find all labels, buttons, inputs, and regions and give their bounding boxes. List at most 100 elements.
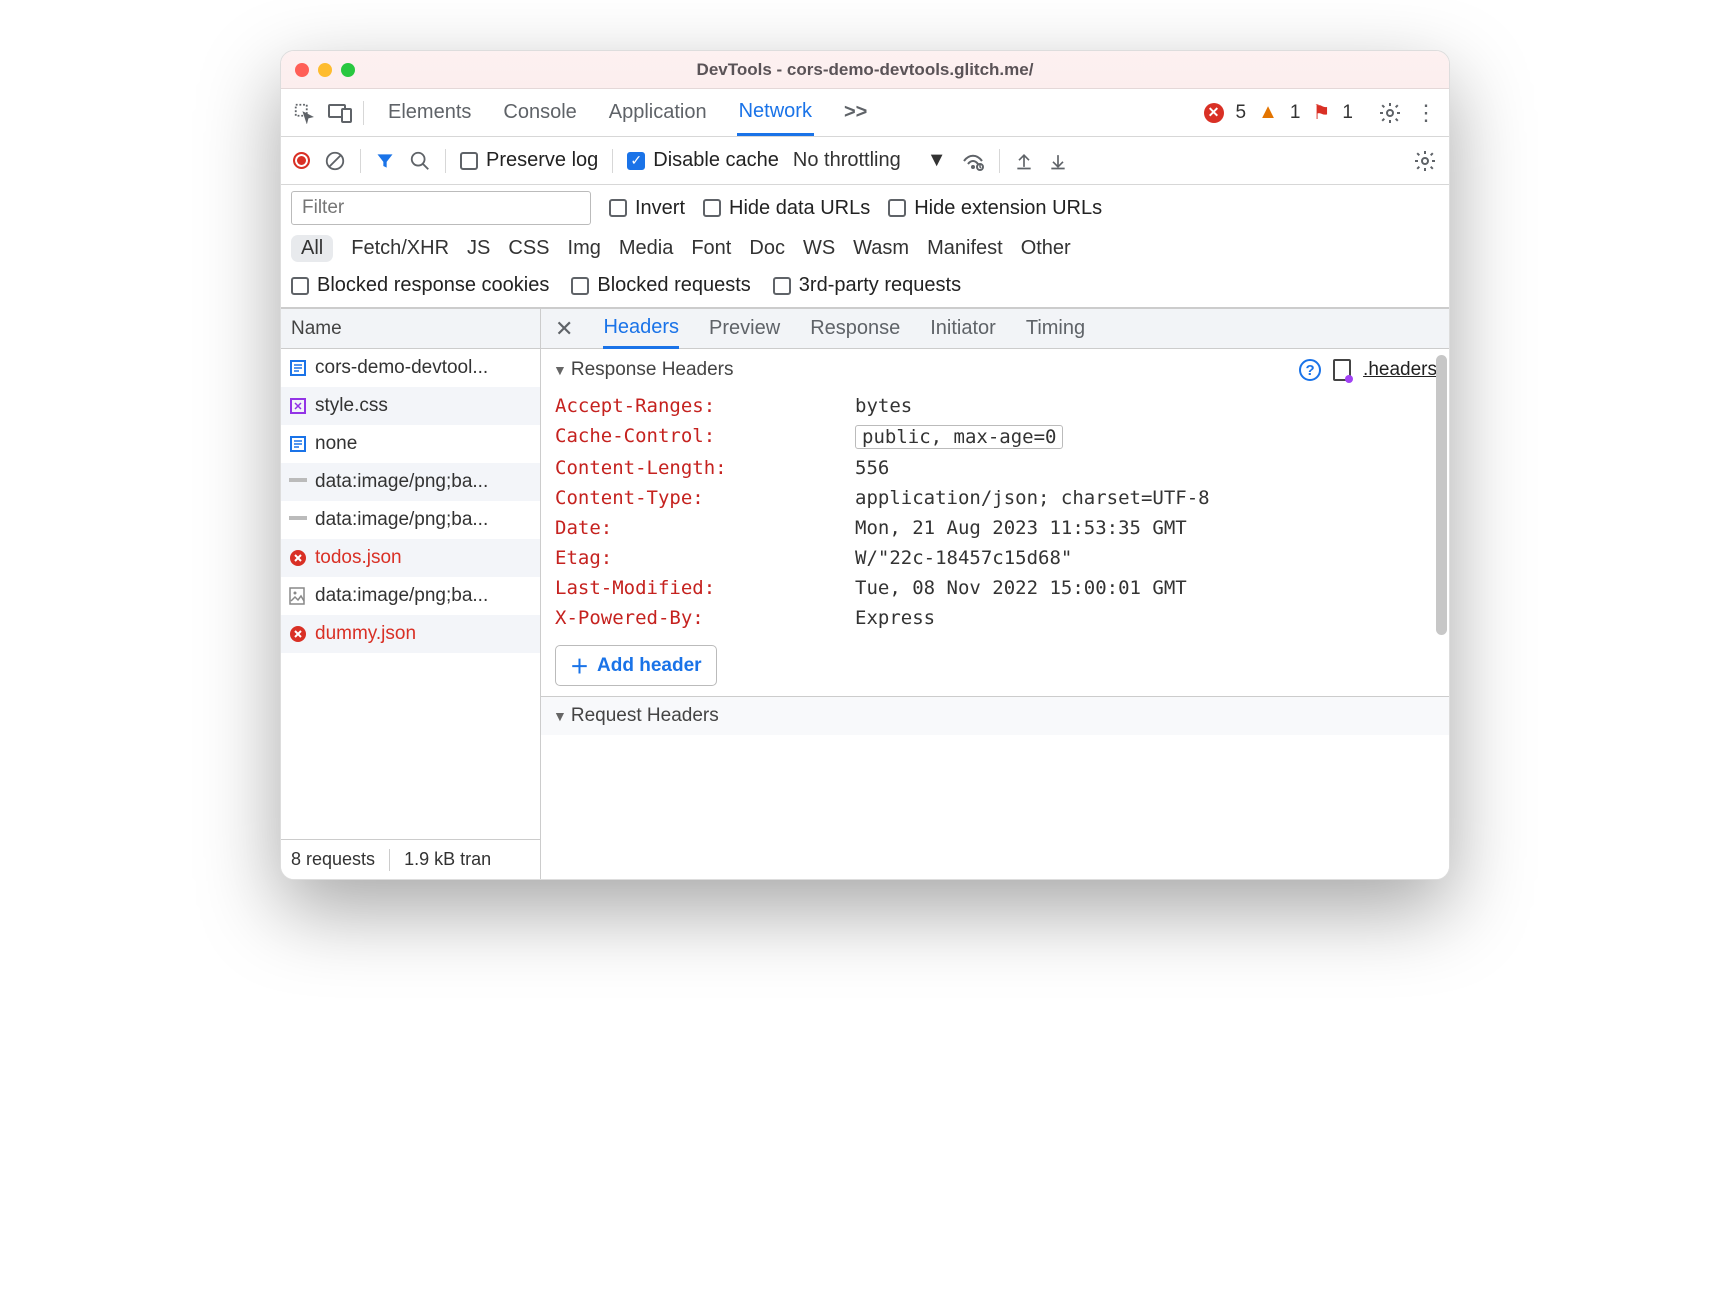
- header-value: application/json; charset=UTF-8: [855, 487, 1210, 509]
- throttling-select[interactable]: No throttling ▼: [793, 149, 947, 172]
- type-manifest[interactable]: Manifest: [927, 237, 1003, 260]
- request-name: none: [315, 433, 357, 455]
- header-value: W/"22c-18457c15d68": [855, 547, 1072, 569]
- type-other[interactable]: Other: [1021, 237, 1071, 260]
- request-row[interactable]: style.css: [281, 387, 540, 425]
- device-toolbar-icon[interactable]: [327, 100, 353, 126]
- response-headers-section[interactable]: ▼ Response Headers ? .headers: [541, 349, 1449, 391]
- request-row[interactable]: data:image/png;ba...: [281, 577, 540, 615]
- checkbox-icon: [703, 199, 721, 217]
- type-ws[interactable]: WS: [803, 237, 835, 260]
- header-name: Etag:: [555, 547, 855, 569]
- checkbox-icon: [460, 152, 478, 170]
- tab-network[interactable]: Network: [737, 90, 814, 136]
- tab-elements[interactable]: Elements: [386, 91, 473, 134]
- search-icon[interactable]: [409, 150, 431, 172]
- close-icon[interactable]: ✕: [555, 316, 573, 342]
- network-conditions-icon[interactable]: [961, 151, 985, 171]
- separator: [445, 149, 446, 173]
- tab-console[interactable]: Console: [501, 91, 578, 134]
- checkbox-icon: [571, 277, 589, 295]
- header-value[interactable]: public, max-age=0: [855, 425, 1063, 449]
- download-har-icon[interactable]: [1048, 150, 1068, 172]
- file-override-icon[interactable]: [1333, 359, 1351, 381]
- type-all[interactable]: All: [291, 235, 333, 262]
- header-value: 556: [855, 457, 889, 479]
- request-list-pane: Name cors-demo-devtool...style.css none da…: [281, 309, 541, 879]
- invert-checkbox[interactable]: Invert: [609, 197, 685, 220]
- hide-ext-urls-checkbox[interactable]: Hide extension URLs: [888, 197, 1102, 220]
- column-header-name[interactable]: Name: [281, 309, 540, 349]
- status-badges[interactable]: ✕ 5 ▲ 1 ⚑ 1: [1204, 100, 1353, 125]
- header-row[interactable]: Cache-Control:public, max-age=0: [555, 421, 1435, 453]
- request-row[interactable]: dummy.json: [281, 615, 540, 653]
- type-doc[interactable]: Doc: [749, 237, 785, 260]
- type-css[interactable]: CSS: [508, 237, 549, 260]
- header-name: Cache-Control:: [555, 425, 855, 447]
- request-name: dummy.json: [315, 623, 416, 645]
- detail-subtabs: ✕ Headers Preview Response Initiator Tim…: [541, 309, 1449, 349]
- clear-button[interactable]: [324, 150, 346, 172]
- subtab-preview[interactable]: Preview: [709, 310, 780, 347]
- header-row[interactable]: Accept-Ranges:bytes: [555, 391, 1435, 421]
- header-row[interactable]: X-Powered-By:Express: [555, 603, 1435, 633]
- type-media[interactable]: Media: [619, 237, 673, 260]
- header-value: Mon, 21 Aug 2023 11:53:35 GMT: [855, 517, 1187, 539]
- request-name: data:image/png;ba...: [315, 471, 488, 493]
- settings-icon[interactable]: [1377, 100, 1403, 126]
- inspect-element-icon[interactable]: [291, 100, 317, 126]
- subtab-headers[interactable]: Headers: [603, 309, 679, 349]
- disable-cache-checkbox[interactable]: ✓ Disable cache: [627, 149, 779, 172]
- header-row[interactable]: Date:Mon, 21 Aug 2023 11:53:35 GMT: [555, 513, 1435, 543]
- type-font[interactable]: Font: [691, 237, 731, 260]
- subtab-initiator[interactable]: Initiator: [930, 310, 996, 347]
- filter-row: Invert Hide data URLs Hide extension URL…: [281, 185, 1449, 231]
- title-bar: DevTools - cors-demo-devtools.glitch.me/: [281, 51, 1449, 89]
- preserve-log-checkbox[interactable]: Preserve log: [460, 149, 598, 172]
- header-name: Accept-Ranges:: [555, 395, 855, 417]
- filter-icon[interactable]: [375, 151, 395, 171]
- type-wasm[interactable]: Wasm: [853, 237, 909, 260]
- panel-tabs: Elements Console Application Network >>: [386, 90, 869, 136]
- issue-count: 1: [1342, 102, 1353, 124]
- separator: [363, 101, 364, 125]
- tab-overflow[interactable]: >>: [842, 91, 869, 134]
- add-header-button[interactable]: ＋ Add header: [555, 645, 717, 686]
- type-js[interactable]: JS: [467, 237, 490, 260]
- network-settings-icon[interactable]: [1413, 149, 1437, 173]
- filter-input[interactable]: [291, 191, 591, 225]
- request-row[interactable]: none: [281, 425, 540, 463]
- hide-data-urls-checkbox[interactable]: Hide data URLs: [703, 197, 870, 220]
- request-name: todos.json: [315, 547, 402, 569]
- record-button[interactable]: [293, 152, 310, 169]
- request-row[interactable]: cors-demo-devtool...: [281, 349, 540, 387]
- upload-har-icon[interactable]: [1014, 150, 1034, 172]
- more-menu-icon[interactable]: ⋮: [1413, 100, 1439, 126]
- subtab-timing[interactable]: Timing: [1026, 310, 1085, 347]
- subtab-response[interactable]: Response: [810, 310, 900, 347]
- header-name: Last-Modified:: [555, 577, 855, 599]
- request-row[interactable]: todos.json: [281, 539, 540, 577]
- header-row[interactable]: Content-Length:556: [555, 453, 1435, 483]
- blocked-requests-checkbox[interactable]: Blocked requests: [571, 274, 750, 297]
- request-row[interactable]: data:image/png;ba...: [281, 501, 540, 539]
- checkbox-icon: [609, 199, 627, 217]
- scrollbar-thumb[interactable]: [1436, 355, 1447, 635]
- request-type-icon: [289, 549, 307, 567]
- third-party-checkbox[interactable]: 3rd-party requests: [773, 274, 961, 297]
- separator: [389, 849, 390, 871]
- header-row[interactable]: Last-Modified:Tue, 08 Nov 2022 15:00:01 …: [555, 573, 1435, 603]
- headers-file-link[interactable]: .headers: [1363, 359, 1437, 381]
- help-icon[interactable]: ?: [1299, 359, 1321, 381]
- request-headers-section[interactable]: ▼ Request Headers: [541, 696, 1449, 735]
- header-row[interactable]: Content-Type:application/json; charset=U…: [555, 483, 1435, 513]
- type-fetch[interactable]: Fetch/XHR: [351, 237, 449, 260]
- header-row[interactable]: Etag:W/"22c-18457c15d68": [555, 543, 1435, 573]
- request-row[interactable]: data:image/png;ba...: [281, 463, 540, 501]
- request-type-icon: [289, 435, 307, 453]
- chevron-down-icon: ▼: [927, 149, 947, 172]
- preserve-log-label: Preserve log: [486, 149, 598, 172]
- blocked-cookies-checkbox[interactable]: Blocked response cookies: [291, 274, 549, 297]
- tab-application[interactable]: Application: [607, 91, 709, 134]
- type-img[interactable]: Img: [568, 237, 601, 260]
